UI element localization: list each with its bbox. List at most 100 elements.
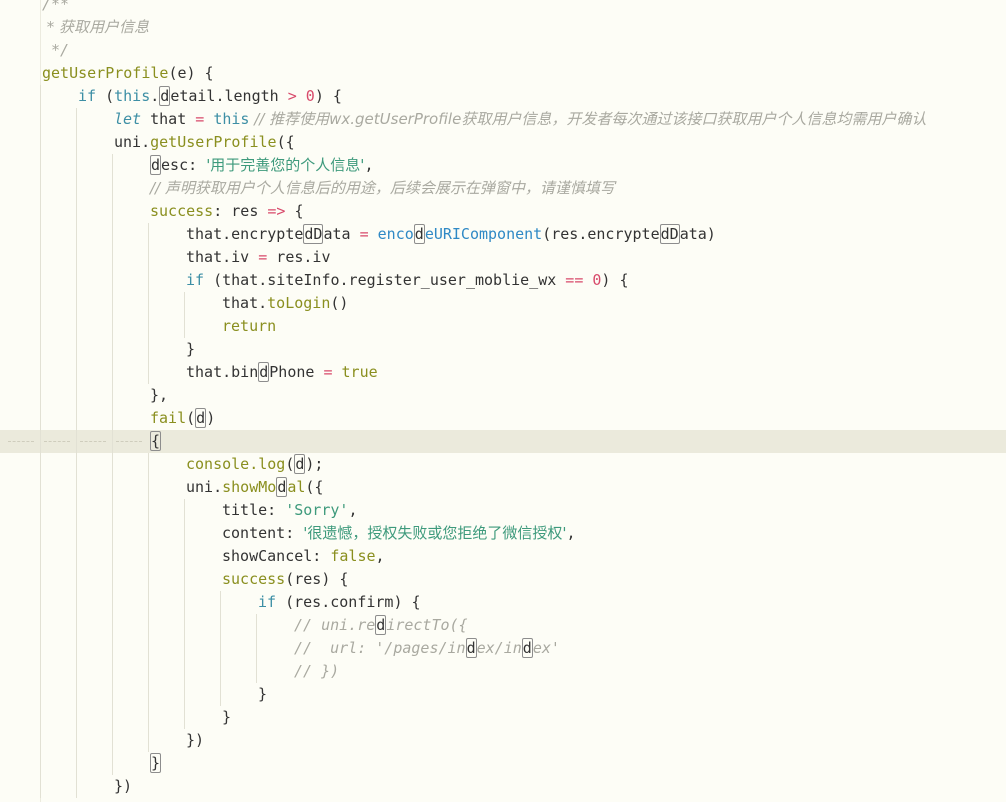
code-line[interactable]: that.encryptedData = encodeURIComponent(… (0, 223, 1006, 246)
indent-guide (76, 545, 77, 568)
code-line[interactable]: // url: '/pages/index/index' (0, 637, 1006, 660)
code-line[interactable]: if (that.siteInfo.register_user_moblie_w… (0, 269, 1006, 292)
indent-guide (40, 154, 41, 177)
indent-guide (112, 269, 113, 292)
code-token: = (258, 248, 268, 266)
indent-guide (112, 407, 113, 430)
code-line-active[interactable]: { (0, 430, 1006, 453)
code-text: if (this.detail.length > 0) { (78, 85, 342, 108)
code-text: that.toLogin() (222, 292, 348, 315)
indent-guide (76, 361, 77, 384)
code-line[interactable]: // uni.redirectTo({ (0, 614, 1006, 637)
code-line[interactable]: // 声明获取用户个人信息后的用途，后续会展示在弹窗中，请谨慎填写 (0, 177, 1006, 200)
indent-guide (40, 775, 41, 798)
indent-guide (40, 752, 41, 775)
indent-guide (148, 315, 149, 338)
indent-guide (148, 683, 149, 706)
code-token: showCancel: (222, 547, 331, 565)
code-line[interactable]: }) (0, 775, 1006, 798)
indent-guide (184, 591, 185, 614)
code-token: ex/in (476, 639, 522, 657)
code-text: that.encryptedData = encodeURIComponent(… (186, 223, 716, 246)
indent-guide (112, 545, 113, 568)
indent-guide (76, 637, 77, 660)
code-token: etail.length (170, 87, 288, 105)
code-token: console. (186, 455, 259, 473)
code-line[interactable]: return (0, 315, 1006, 338)
indent-guide (40, 407, 41, 430)
code-line[interactable]: */ (0, 39, 1006, 62)
code-line[interactable]: that.iv = res.iv (0, 246, 1006, 269)
code-line[interactable]: if (this.detail.length > 0) { (0, 85, 1006, 108)
code-token: enco (377, 225, 414, 243)
code-token: } (258, 685, 268, 703)
code-line[interactable]: console.log(d); (0, 453, 1006, 476)
code-line[interactable]: // }) (0, 660, 1006, 683)
code-text: return (222, 315, 276, 338)
code-line[interactable]: /** (0, 0, 1006, 16)
indent-guide (40, 476, 41, 499)
bracket-match-highlight: { (150, 431, 162, 451)
code-line[interactable]: showCancel: false, (0, 545, 1006, 568)
indent-guide (112, 154, 113, 177)
code-token: (e) { (168, 64, 214, 82)
indent-guide (40, 361, 41, 384)
indent-guide (256, 614, 257, 637)
indent-guide (112, 499, 113, 522)
code-text: success(res) { (222, 568, 348, 591)
indent-guide (112, 338, 113, 361)
indent-guide (40, 384, 41, 407)
indent-guide (184, 292, 185, 315)
indent-marker (44, 441, 70, 442)
indent-guide (148, 453, 149, 476)
code-token: ({ (305, 478, 324, 496)
code-line[interactable]: fail(d) (0, 407, 1006, 430)
code-token: that.bin (186, 363, 259, 381)
code-token: }) (114, 777, 133, 795)
indent-guide (112, 591, 113, 614)
code-text: }, (150, 384, 168, 407)
code-line[interactable]: getUserProfile(e) { (0, 62, 1006, 85)
code-line[interactable]: }) (0, 729, 1006, 752)
code-line[interactable]: that.bindPhone = true (0, 361, 1006, 384)
code-line[interactable]: } (0, 752, 1006, 775)
code-token: this (114, 87, 151, 105)
code-line[interactable]: content: '很遗憾，授权失败或您拒绝了微信授权', (0, 522, 1006, 545)
code-token: ) (206, 409, 216, 427)
code-line[interactable]: } (0, 683, 1006, 706)
indent-guide (184, 315, 185, 338)
code-text: // url: '/pages/index/index' (294, 637, 560, 660)
indent-guide (76, 108, 77, 131)
code-editor[interactable]: /** * 获取用户信息 */getUserProfile(e) {if (th… (0, 0, 1006, 802)
code-line[interactable]: success(res) { (0, 568, 1006, 591)
code-line[interactable]: } (0, 706, 1006, 729)
code-line[interactable]: that.toLogin() (0, 292, 1006, 315)
code-line[interactable]: uni.getUserProfile({ (0, 131, 1006, 154)
code-token: }) (186, 731, 205, 749)
code-token: showMo (222, 478, 277, 496)
code-line[interactable]: success: res => { (0, 200, 1006, 223)
indent-guide (148, 292, 149, 315)
indent-guide (148, 499, 149, 522)
indent-guide (112, 177, 113, 200)
code-line[interactable]: if (res.confirm) { (0, 591, 1006, 614)
indent-guide (220, 591, 221, 614)
code-token: irectTo({ (386, 616, 468, 634)
code-line[interactable]: * 获取用户信息 (0, 16, 1006, 39)
code-line[interactable]: } (0, 338, 1006, 361)
indent-guide (148, 706, 149, 729)
code-line[interactable]: let that = this // 推荐使用wx.getUserProfile… (0, 108, 1006, 131)
code-line[interactable]: uni.showModal({ (0, 476, 1006, 499)
code-line[interactable]: desc: '用于完善您的个人信息', (0, 154, 1006, 177)
code-text: // uni.redirectTo({ (294, 614, 468, 637)
indent-guide (40, 269, 41, 292)
indent-guide (40, 499, 41, 522)
code-line[interactable]: title: 'Sorry', (0, 499, 1006, 522)
code-text: desc: '用于完善您的个人信息', (150, 154, 373, 177)
code-token: // }) (294, 662, 340, 680)
indent-guide (148, 476, 149, 499)
code-token: toLogin (267, 294, 331, 312)
code-line[interactable]: }, (0, 384, 1006, 407)
indent-guide (76, 315, 77, 338)
